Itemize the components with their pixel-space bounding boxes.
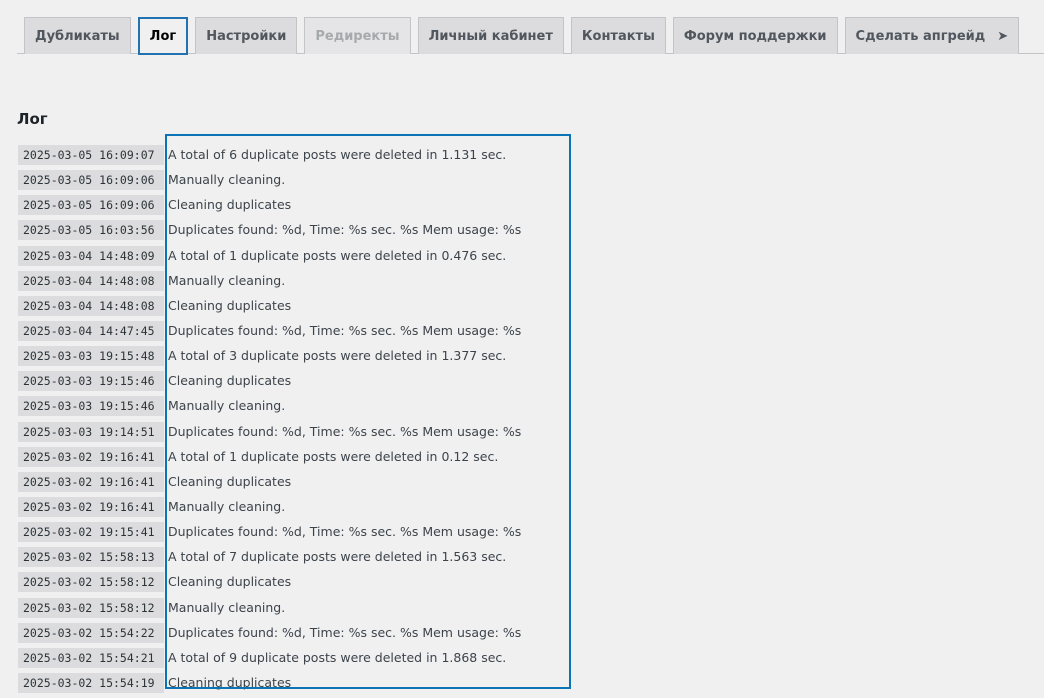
log-row: 2025-03-02 15:58:12 Cleaning duplicates <box>18 572 521 597</box>
log-timestamp: 2025-03-02 15:58:13 <box>18 547 164 568</box>
log-message: Duplicates found: %d, Time: %s sec. %s M… <box>168 624 522 640</box>
log-timestamp: 2025-03-03 19:14:51 <box>18 421 164 442</box>
log-timestamp: 2025-03-02 19:16:41 <box>18 496 164 517</box>
log-row: 2025-03-05 16:09:06 Cleaning duplicates <box>18 195 521 220</box>
tab-5[interactable]: Контакты <box>570 17 666 54</box>
log-message: Manually cleaning. <box>168 398 286 414</box>
tab-label: Контакты <box>581 28 655 44</box>
tab-label: Настройки <box>206 28 287 44</box>
log-message: Cleaning duplicates <box>168 674 292 690</box>
log-row: 2025-03-03 19:15:46 Cleaning duplicates <box>18 371 521 396</box>
tab-4[interactable]: Личный кабинет <box>417 17 564 54</box>
log-message: A total of 1 duplicate posts were delete… <box>168 247 507 263</box>
log-message: Cleaning duplicates <box>168 197 292 213</box>
log-timestamp: 2025-03-03 19:15:46 <box>18 396 164 417</box>
log-message: Manually cleaning. <box>168 172 286 188</box>
log-timestamp: 2025-03-02 15:54:21 <box>18 647 164 668</box>
page-title: Лог <box>17 110 48 128</box>
tab-label: Личный кабинет <box>428 28 553 44</box>
log-timestamp: 2025-03-05 16:09:07 <box>18 145 164 165</box>
log-row: 2025-03-02 15:58:13 A total of 7 duplicat… <box>18 547 521 572</box>
log-row: 2025-03-02 19:15:41 Duplicates found: %d,… <box>18 522 521 547</box>
log-message: A total of 9 duplicate posts were delete… <box>168 649 507 665</box>
log-message: Manually cleaning. <box>168 272 286 288</box>
log-row: 2025-03-03 19:14:51 Duplicates found: %d,… <box>18 421 522 447</box>
log-message: A total of 7 duplicate posts were delete… <box>168 549 507 565</box>
log-timestamp: 2025-03-03 19:15:46 <box>18 371 164 392</box>
log-timestamp: 2025-03-03 19:15:48 <box>18 346 164 367</box>
log-row: 2025-03-02 15:58:12 Manually cleaning. <box>18 597 521 623</box>
log-row: 2025-03-02 19:16:41 Manually cleaning. <box>18 496 521 522</box>
log-list: 2025-03-05 16:09:07 A total of 6 duplicat… <box>18 145 521 698</box>
log-timestamp: 2025-03-04 14:48:09 <box>18 245 164 266</box>
tab-7[interactable]: Сделать апгрейд ➤ <box>844 17 1020 54</box>
tab-1[interactable]: Лог <box>137 17 189 55</box>
log-message: Cleaning duplicates <box>168 297 292 313</box>
tab-label: Редиректы <box>315 28 400 44</box>
log-message: A total of 6 duplicate posts were delete… <box>168 147 507 162</box>
log-row: 2025-03-02 15:54:21 A total of 9 duplicat… <box>18 647 521 673</box>
log-timestamp: 2025-03-02 19:15:41 <box>18 522 164 543</box>
log-message: Duplicates found: %d, Time: %s sec. %s M… <box>168 423 522 439</box>
log-row: 2025-03-02 15:54:19 Cleaning duplicates <box>18 672 521 698</box>
log-timestamp: 2025-03-05 16:03:56 <box>18 220 164 241</box>
log-row: 2025-03-05 16:09:07 A total of 6 duplicat… <box>18 145 521 170</box>
arrow-right-icon: ➤ <box>997 28 1009 44</box>
log-message: Duplicates found: %d, Time: %s sec. %s M… <box>168 524 522 540</box>
log-message: Cleaning duplicates <box>168 373 292 389</box>
log-timestamp: 2025-03-05 16:09:06 <box>18 195 164 216</box>
log-row: 2025-03-04 14:48:08 Cleaning duplicates <box>18 295 521 321</box>
log-timestamp: 2025-03-02 19:16:41 <box>18 471 164 492</box>
tab-label: Дубликаты <box>35 28 120 44</box>
tab-3: Редиректы <box>304 17 411 54</box>
log-message: Duplicates found: %d, Time: %s sec. %s M… <box>168 222 522 238</box>
log-row: 2025-03-04 14:48:08 Manually cleaning. <box>18 270 521 296</box>
log-message: Cleaning duplicates <box>168 473 292 489</box>
log-row: 2025-03-04 14:48:09 A total of 1 duplicat… <box>18 245 521 271</box>
tab-label: Сделать апгрейд <box>855 28 986 44</box>
log-timestamp: 2025-03-02 19:16:41 <box>18 446 164 467</box>
log-message: Manually cleaning. <box>168 599 286 615</box>
log-row: 2025-03-02 15:54:22 Duplicates found: %d,… <box>18 622 522 648</box>
log-row: 2025-03-04 14:47:45 Duplicates found: %d,… <box>18 320 522 346</box>
tab-label: Форум поддержки <box>683 28 827 44</box>
log-message: Manually cleaning. <box>168 498 286 514</box>
log-message: A total of 3 duplicate posts were delete… <box>168 348 507 364</box>
tab-bar: Дубликаты Лог Настройки Редиректы Личный каб… <box>17 17 1044 55</box>
log-row: 2025-03-03 19:15:46 Manually cleaning. <box>18 396 521 421</box>
log-row: 2025-03-03 19:15:48 A total of 3 duplicat… <box>18 346 521 371</box>
log-timestamp: 2025-03-02 15:54:22 <box>18 622 164 643</box>
log-row: 2025-03-05 16:03:56 Duplicates found: %d,… <box>18 220 521 245</box>
log-timestamp: 2025-03-04 14:48:08 <box>18 295 164 316</box>
log-message: Cleaning duplicates <box>168 574 292 590</box>
tab-6[interactable]: Форум поддержки <box>672 17 838 54</box>
log-timestamp: 2025-03-05 16:09:06 <box>18 170 164 191</box>
tab-label: Лог <box>149 28 177 44</box>
log-row: 2025-03-05 16:09:06 Manually cleaning. <box>18 170 521 195</box>
log-timestamp: 2025-03-04 14:48:08 <box>18 270 164 291</box>
log-message: Duplicates found: %d, Time: %s sec. %s M… <box>168 322 522 338</box>
log-message: A total of 1 duplicate posts were delete… <box>168 448 499 464</box>
log-timestamp: 2025-03-02 15:58:12 <box>18 572 164 593</box>
tab-0[interactable]: Дубликаты <box>24 17 131 54</box>
log-timestamp: 2025-03-04 14:47:45 <box>18 320 164 341</box>
log-row: 2025-03-02 19:16:41 A total of 1 duplicat… <box>18 446 521 472</box>
tab-2[interactable]: Настройки <box>195 17 298 54</box>
log-row: 2025-03-02 19:16:41 Cleaning duplicates <box>18 471 521 497</box>
log-timestamp: 2025-03-02 15:58:12 <box>18 597 164 618</box>
